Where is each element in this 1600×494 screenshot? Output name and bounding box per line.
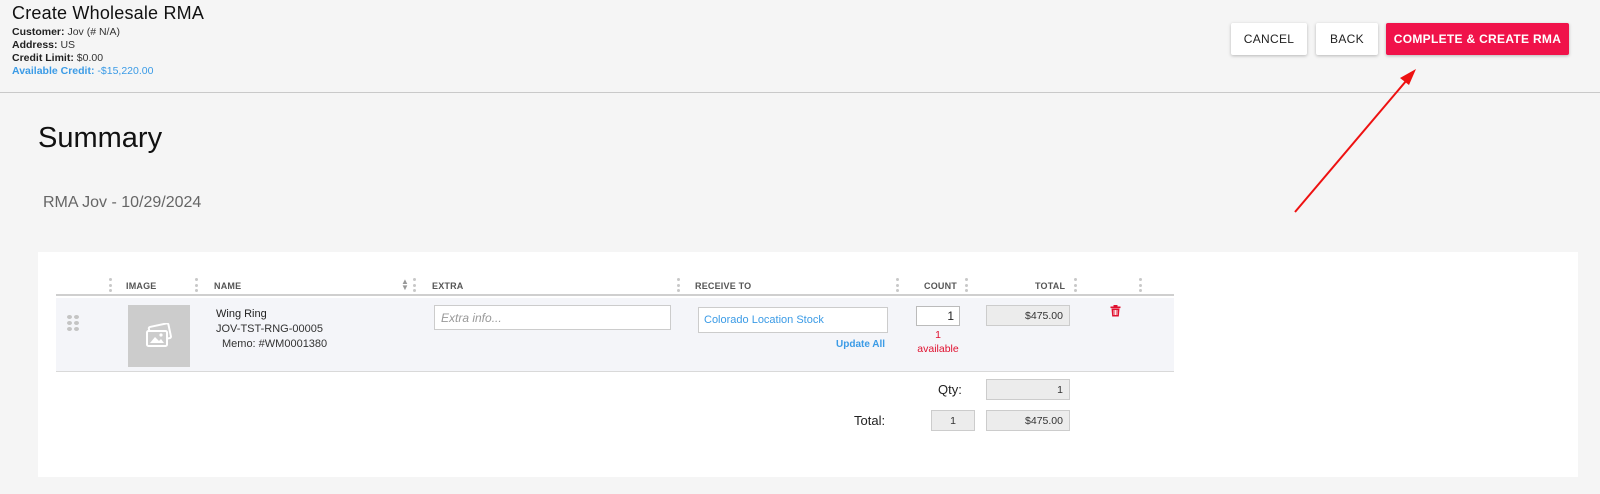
column-menu-icon[interactable]	[964, 278, 968, 292]
column-header-extra: EXTRA	[432, 281, 464, 291]
drag-handle-icon[interactable]	[67, 315, 79, 331]
column-header-receive-to: RECEIVE TO	[695, 281, 752, 291]
line-total: $475.00	[986, 305, 1070, 326]
column-menu-icon[interactable]	[1138, 278, 1142, 292]
update-all-link[interactable]: Update All	[836, 339, 885, 350]
image-placeholder-icon	[146, 323, 172, 347]
column-header-count: COUNT	[924, 281, 957, 291]
total-count: 1	[931, 410, 975, 431]
address-line: Address: US	[12, 39, 153, 52]
available-stock: 1 available	[906, 328, 970, 356]
column-menu-icon[interactable]	[676, 278, 680, 292]
customer-label: Customer:	[12, 26, 65, 38]
rma-name: RMA Jov - 10/29/2024	[43, 194, 202, 211]
qty-value: 1	[986, 379, 1070, 400]
available-count: 1	[935, 329, 941, 341]
count-input[interactable]: 1	[916, 306, 960, 326]
column-menu-icon[interactable]	[108, 278, 112, 292]
column-menu-icon[interactable]	[895, 278, 899, 292]
address-label: Address:	[12, 39, 58, 51]
column-menu-icon[interactable]	[1073, 278, 1077, 292]
customer-info: Customer: Jov (# N/A) Address: US Credit…	[12, 26, 153, 78]
available-credit-label: Available Credit:	[12, 65, 95, 77]
credit-limit-line: Credit Limit: $0.00	[12, 52, 153, 65]
available-credit-line: Available Credit: -$15,220.00	[12, 65, 153, 78]
cancel-button[interactable]: CANCEL	[1231, 23, 1307, 55]
customer-line: Customer: Jov (# N/A)	[12, 26, 153, 39]
complete-create-rma-button[interactable]: COMPLETE & CREATE RMA	[1386, 23, 1569, 55]
product-name: Wing Ring	[216, 308, 267, 320]
table-header: IMAGE NAME ▲ ▼ EXTRA RECEIVE TO COUNT TOT…	[56, 276, 1174, 296]
available-credit-value: -$15,220.00	[97, 65, 154, 77]
page-header: Create Wholesale RMA Customer: Jov (# N/…	[0, 0, 1600, 93]
product-memo: Memo: #WM0001380	[222, 338, 328, 350]
receive-to-select[interactable]: Colorado Location Stock	[698, 307, 888, 333]
credit-limit-value: $0.00	[76, 52, 104, 64]
address-value: US	[60, 39, 76, 51]
extra-info-input[interactable]	[434, 305, 671, 330]
product-sku: JOV-TST-RNG-00005	[216, 323, 323, 335]
table-row: Wing Ring JOV-TST-RNG-00005 Memo: #WM000…	[56, 298, 1174, 372]
credit-limit-label: Credit Limit:	[12, 52, 74, 64]
page-title: Create Wholesale RMA	[12, 3, 205, 23]
rma-items-card: IMAGE NAME ▲ ▼ EXTRA RECEIVE TO COUNT TOT…	[38, 252, 1578, 477]
product-image	[128, 305, 190, 367]
back-button[interactable]: BACK	[1316, 23, 1378, 55]
column-menu-icon[interactable]	[194, 278, 198, 292]
available-label: available	[917, 343, 959, 355]
total-amount: $475.00	[986, 410, 1070, 431]
total-label: Total:	[854, 413, 886, 428]
qty-label: Qty:	[938, 382, 962, 397]
customer-value: Jov (# N/A)	[67, 26, 120, 38]
column-header-total: TOTAL	[1035, 281, 1066, 291]
column-menu-icon[interactable]	[412, 278, 416, 292]
column-header-image: IMAGE	[126, 281, 157, 291]
column-header-name[interactable]: NAME	[214, 281, 241, 291]
sort-icon[interactable]: ▲ ▼	[401, 278, 409, 292]
trash-icon[interactable]	[1110, 304, 1121, 322]
summary-title: Summary	[38, 122, 163, 154]
